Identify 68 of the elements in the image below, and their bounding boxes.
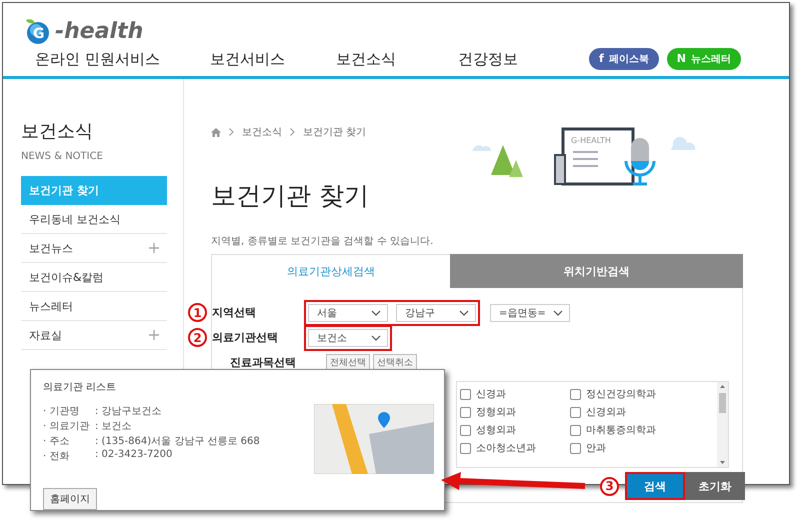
option-label: 신경외과 <box>586 406 626 419</box>
field-value: : (135-864)서울 강남구 선릉로 668 <box>95 435 260 449</box>
step-number: 2 <box>188 328 207 347</box>
step-number: 3 <box>600 476 619 496</box>
field-label: · 주소 <box>43 435 70 449</box>
option-label: 신경과 <box>476 388 506 401</box>
checkbox[interactable] <box>570 406 581 418</box>
sidebar-item[interactable]: 보건뉴스 <box>21 234 167 263</box>
checkbox[interactable] <box>570 424 581 436</box>
sidebar-item[interactable]: 자료실 <box>21 321 167 350</box>
field-label: 지역선택 <box>212 305 257 320</box>
field-label: 의료기관선택 <box>212 330 279 345</box>
nav-link[interactable]: 보건소식 <box>336 50 458 69</box>
checkbox[interactable] <box>460 442 471 454</box>
option-label: 성형외과 <box>476 424 516 437</box>
field-label: 진료과목선택 <box>230 355 297 370</box>
homepage-button[interactable]: 홈페이지 <box>43 488 97 510</box>
field-value: : 02-3423-7200 <box>95 449 172 462</box>
newspaper-title: G-HEALTH <box>571 136 611 145</box>
reset-button[interactable]: 초기화 <box>685 472 745 500</box>
option-label: 소아청소년과 <box>476 442 536 455</box>
caret-icon <box>553 310 563 316</box>
sidebar-item[interactable]: 우리동네 보건소식 <box>21 205 167 234</box>
field-label: · 기관명 <box>43 405 80 419</box>
option-label: 안과 <box>586 442 606 455</box>
dropdown[interactable]: =읍면동= <box>490 304 570 322</box>
search-button[interactable]: 검색 <box>625 472 685 500</box>
breadcrumb-link[interactable]: 보건기관 찾기 <box>303 125 366 139</box>
nav-link[interactable]: 건강정보 <box>458 50 518 69</box>
tab[interactable]: 의료기관상세검색 <box>211 254 450 288</box>
option-label: 마취통증의학과 <box>586 424 656 437</box>
plus-icon[interactable] <box>149 243 159 253</box>
step-number: 1 <box>188 303 207 322</box>
sidebar-title: 보건소식 <box>21 120 94 143</box>
checkbox[interactable] <box>460 424 471 436</box>
field-label: · 전화 <box>43 450 70 464</box>
nav-link[interactable]: 온라인 민원서비스 <box>35 50 210 69</box>
breadcrumb-link[interactable]: 보건소식 <box>242 125 282 139</box>
option-label: 정형외과 <box>476 406 516 419</box>
caret-icon <box>459 310 469 316</box>
scrollbar[interactable] <box>717 382 728 467</box>
page-description: 지역별, 종류별로 보건기관을 검색할 수 있습니다. <box>211 235 434 248</box>
tab[interactable]: 위치기반검색 <box>450 254 743 288</box>
caret-icon <box>371 310 381 316</box>
checkbox[interactable] <box>570 442 581 454</box>
dropdown[interactable]: 서울 <box>308 304 388 322</box>
logo-text: -health <box>55 18 144 44</box>
checkbox[interactable] <box>570 388 581 400</box>
dropdown[interactable]: 보건소 <box>308 328 388 346</box>
sidebar-item[interactable]: 뉴스레터 <box>21 292 167 321</box>
popup-title: 의료기관 리스트 <box>43 381 118 394</box>
checkbox[interactable] <box>460 406 471 418</box>
plus-icon[interactable] <box>149 330 159 340</box>
dropdown[interactable]: 강남구 <box>396 304 476 322</box>
page-title: 보건기관 찾기 <box>211 180 370 212</box>
nav-link[interactable]: 보건서비스 <box>210 50 336 69</box>
option-label: 정신건강의학과 <box>586 388 656 401</box>
field-label: · 의료기관 <box>43 420 90 434</box>
home-icon[interactable] <box>211 128 221 136</box>
facebook-button[interactable]: f 페이스북 <box>588 48 659 70</box>
chevron-right-icon <box>229 128 234 136</box>
chevron-right-icon <box>290 128 295 136</box>
field-value: : 강남구보건소 <box>95 405 162 419</box>
sidebar-item[interactable]: 보건이슈&칼럼 <box>21 263 167 292</box>
checkbox[interactable] <box>460 388 471 400</box>
sidebar-subtitle: NEWS & NOTICE <box>21 151 104 162</box>
caret-icon <box>371 334 381 340</box>
field-value: : 보건소 <box>95 420 132 434</box>
